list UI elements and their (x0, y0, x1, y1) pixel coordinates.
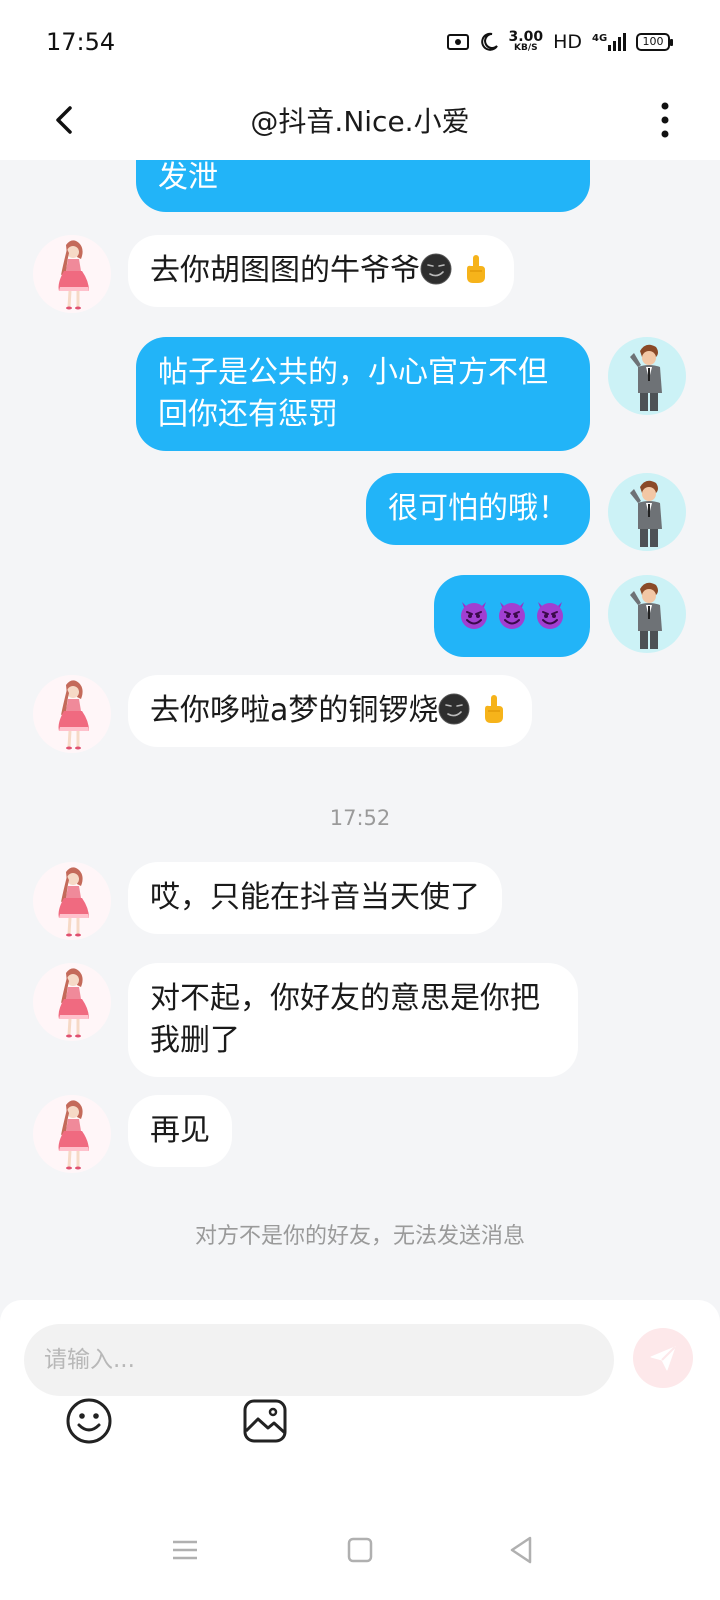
svg-text:4G: 4G (592, 33, 607, 44)
menu-icon (173, 1540, 197, 1560)
message-text: 去你胡图图的牛爷爷 (150, 253, 420, 288)
message-bubble[interactable]: 哎，只能在抖音当天使了 (128, 862, 502, 934)
middle-finger-icon (478, 693, 510, 725)
status-bar: 17:54 3.00 KB/S HD 4G 100 (0, 0, 720, 80)
avatar[interactable] (33, 963, 111, 1041)
image-button[interactable] (240, 1396, 290, 1446)
message-bubble[interactable]: 发泄 (136, 160, 590, 212)
chat-title: @抖音.Nice.小爱 (250, 105, 470, 138)
moon-icon (480, 32, 498, 51)
avatar[interactable] (608, 337, 686, 415)
dark-smirk-face-icon (438, 693, 470, 725)
message-bubble[interactable]: 再见 (128, 1095, 232, 1167)
message-text: 去你哆啦a梦的铜锣烧 (150, 693, 439, 728)
avatar[interactable] (33, 235, 111, 313)
avatar[interactable] (33, 862, 111, 940)
chat-header: @抖音.Nice.小爱 (0, 80, 720, 160)
send-icon (650, 1346, 676, 1371)
smiling-imp-icon (496, 598, 528, 630)
back-triangle-icon (510, 1536, 532, 1564)
menu-button[interactable] (165, 1530, 205, 1570)
more-vertical-icon (661, 102, 669, 138)
avatar[interactable] (33, 675, 111, 753)
home-button[interactable] (340, 1530, 380, 1570)
smiling-imp-icon (458, 598, 490, 630)
screen-record-icon (446, 33, 469, 50)
signal-icon: 4G (592, 32, 626, 51)
message-input[interactable] (24, 1324, 614, 1396)
message-bubble[interactable]: 很可怕的哦！ (366, 473, 590, 545)
dark-smirk-face-icon (420, 253, 452, 285)
message-bubble[interactable]: 对不起，你好友的意思是你把我删了 (128, 963, 578, 1077)
smiling-imp-icon (534, 598, 566, 630)
emoji-button[interactable] (64, 1396, 114, 1446)
avatar[interactable] (608, 575, 686, 653)
not-friend-notice: 对方不是你的好友，无法发送消息 (194, 1224, 525, 1249)
message-bubble[interactable] (434, 575, 590, 657)
image-icon (243, 1399, 287, 1443)
message-bubble[interactable]: 帖子是公共的，小心官方不但回你还有惩罚 (136, 337, 590, 451)
system-nav-bar (0, 1500, 720, 1600)
status-icons: 3.00 KB/S HD 4G 100 (446, 29, 673, 53)
message-bubble[interactable]: 去你哆啦a梦的铜锣烧 (128, 675, 533, 747)
message-bubble[interactable]: 去你胡图图的牛爷爷 (128, 235, 514, 307)
middle-finger-icon (460, 253, 492, 285)
back-nav-button[interactable] (502, 1530, 542, 1570)
emoji-icon (66, 1398, 112, 1444)
avatar[interactable] (33, 1095, 111, 1173)
status-time: 17:54 (46, 28, 116, 56)
avatar[interactable] (608, 473, 686, 551)
chat-area[interactable]: 发泄 去你胡图图的牛爷爷 帖子是公共的，小心官方不但回你还有惩罚 很可怕的哦！ … (0, 160, 720, 1300)
hd-badge: HD (553, 30, 582, 53)
more-button[interactable] (650, 94, 680, 146)
home-icon (347, 1537, 373, 1563)
battery-indicator: 100 (636, 32, 673, 51)
send-button[interactable] (633, 1328, 693, 1388)
network-speed: 3.00 KB/S (508, 29, 544, 53)
timestamp: 17:52 (329, 806, 391, 830)
